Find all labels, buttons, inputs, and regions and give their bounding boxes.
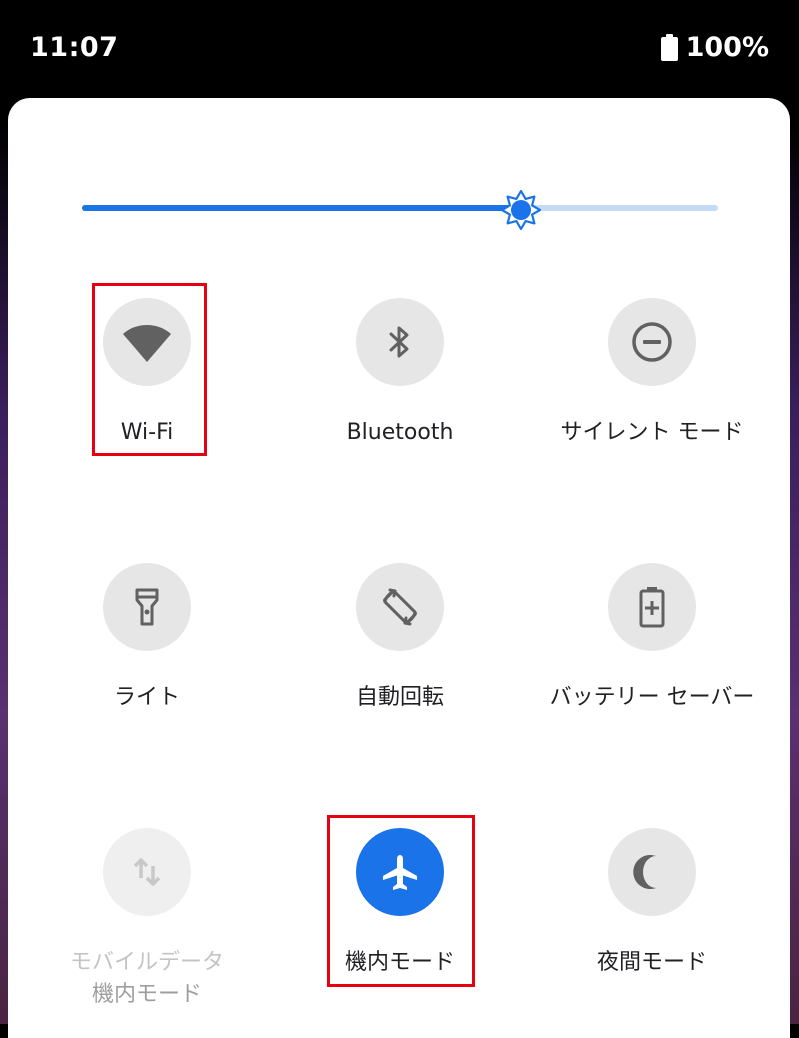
tile-label: Bluetooth — [346, 420, 454, 445]
tile-label: 自動回転 — [355, 685, 444, 710]
tile-bluetooth[interactable]: Bluetooth — [280, 298, 520, 449]
tile-label: モバイルデータ — [69, 950, 224, 975]
brightness-fill — [82, 205, 521, 211]
battery-status: 100% — [660, 32, 769, 63]
mobile-data-icon[interactable] — [103, 828, 191, 916]
brightness-slider[interactable] — [82, 189, 718, 231]
tile-label: サイレント モード — [560, 420, 744, 445]
tile-flashlight[interactable]: ライト — [27, 563, 267, 714]
battery-percent: 100% — [685, 32, 769, 63]
tile-do-not-disturb[interactable]: サイレント モード — [532, 298, 772, 449]
tile-auto-rotate[interactable]: 自動回転 — [280, 563, 520, 714]
brightness-icon[interactable] — [500, 189, 541, 231]
night-mode-icon[interactable] — [608, 828, 696, 916]
tile-label: ライト — [113, 685, 180, 710]
auto-rotate-icon[interactable] — [356, 563, 444, 651]
battery-saver-icon[interactable] — [608, 563, 696, 651]
tile-mobile-data[interactable]: モバイルデータ 機内モード — [27, 828, 267, 1011]
wifi-highlight-box — [92, 283, 207, 456]
status-time: 11:07 — [30, 32, 119, 63]
tile-label: 夜間モード — [596, 950, 707, 975]
tile-sublabel: 機内モード — [91, 982, 202, 1007]
bluetooth-icon[interactable] — [356, 298, 444, 386]
airplane-highlight-box — [327, 815, 475, 987]
tile-label: バッテリー セーバー — [549, 685, 755, 710]
tile-battery-saver[interactable]: バッテリー セーバー — [532, 563, 772, 714]
do-not-disturb-icon[interactable] — [608, 298, 696, 386]
battery-icon — [660, 34, 678, 61]
status-bar: 11:07 100% — [0, 0, 799, 98]
tile-night-mode[interactable]: 夜間モード — [532, 828, 772, 979]
flashlight-icon[interactable] — [103, 563, 191, 651]
